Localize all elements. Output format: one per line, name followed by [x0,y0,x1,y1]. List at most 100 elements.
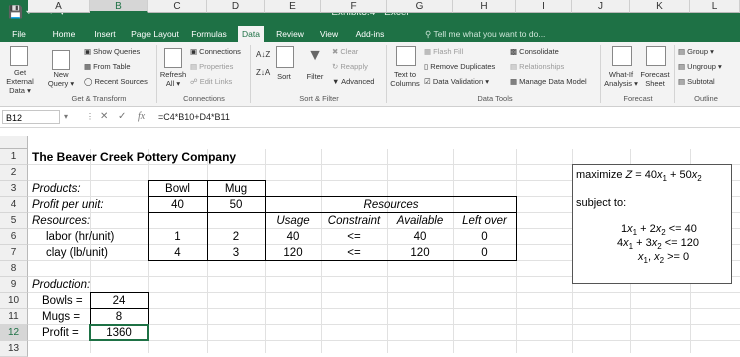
tab-page-layout[interactable]: Page Layout [130,26,180,42]
subtotal-button[interactable]: ▤ Subtotal [678,77,715,86]
tab-add-ins[interactable]: Add-ins [350,26,390,42]
mugs-label[interactable]: Mugs = [42,309,80,325]
column-header-a[interactable]: A [28,0,90,13]
cancel-icon[interactable]: ✕ [100,110,108,124]
sort-za-icon[interactable]: Z↓A [256,68,270,77]
ungroup-button[interactable]: ▤ Ungroup ▾ [678,62,722,71]
tab-insert[interactable]: Insert [90,26,120,42]
clay-left-over-cell[interactable]: 0 [453,245,516,261]
column-header-l[interactable]: L [690,0,740,13]
tab-home[interactable]: Home [50,26,78,42]
refresh-all-button[interactable]: Refresh All ▾ [158,70,188,88]
get-external-data-button[interactable]: Get External Data ▾ [0,68,40,95]
new-query-button[interactable]: New Query ▾ [46,70,76,88]
row-header-4[interactable]: 4 [0,197,28,213]
sheet-title[interactable]: The Beaver Creek Pottery Company [32,149,236,165]
profit-total-label[interactable]: Profit = [42,325,79,341]
column-header-j[interactable]: J [572,0,630,13]
bowls-value-cell[interactable]: 24 [90,293,148,309]
labor-bowl-cell[interactable]: 1 [148,229,207,245]
labor-left-over-cell[interactable]: 0 [453,229,516,245]
products-label[interactable]: Products: [32,181,81,197]
column-header-d[interactable]: D [207,0,265,13]
enter-icon[interactable]: ✓ [118,110,126,124]
what-if-analysis-button[interactable]: What-If Analysis ▾ [604,70,638,88]
column-header-k[interactable]: K [630,0,690,13]
labor-usage-cell[interactable]: 40 [265,229,321,245]
forecast-sheet-button[interactable]: Forecast Sheet [638,70,672,88]
clay-available-cell[interactable]: 120 [387,245,453,261]
row-header-8[interactable]: 8 [0,261,28,277]
row-header-6[interactable]: 6 [0,229,28,245]
name-box-dropdown-icon[interactable]: ▾ [64,110,68,124]
labor-available-cell[interactable]: 40 [387,229,453,245]
connections-button[interactable]: ▣ Connections [190,47,241,56]
bowl-header[interactable]: Bowl [148,181,207,197]
properties-button[interactable]: ▤ Properties [190,62,233,71]
labor-mug-cell[interactable]: 2 [207,229,265,245]
sort-az-icon[interactable]: A↓Z [256,50,270,59]
reapply-button[interactable]: ↻ Reapply [332,62,368,71]
row-header-9[interactable]: 9 [0,277,28,293]
left-over-header[interactable]: Left over [453,213,516,229]
row-header-13[interactable]: 13 [0,341,28,357]
show-queries-button[interactable]: ▣ Show Queries [84,47,140,56]
production-label[interactable]: Production: [32,277,90,293]
available-header[interactable]: Available [387,213,453,229]
row-header-10[interactable]: 10 [0,293,28,309]
clay-constraint-cell[interactable]: <= [321,245,387,261]
bowls-label[interactable]: Bowls = [42,293,83,309]
tab-file[interactable]: File [8,26,30,42]
from-table-button[interactable]: ▦ From Table [84,62,131,71]
tab-review[interactable]: Review [272,26,308,42]
select-all-corner[interactable] [0,136,28,149]
recent-sources-button[interactable]: ◯ Recent Sources [84,77,148,86]
clay-bowl-cell[interactable]: 4 [148,245,207,261]
tell-me-box[interactable]: ⚲ Tell me what you want to do... [425,26,545,42]
flash-fill-button[interactable]: ▦ Flash Fill [424,47,463,56]
row-header-11[interactable]: 11 [0,309,28,325]
filter-button[interactable]: Filter [302,72,328,81]
tab-formulas[interactable]: Formulas [188,26,230,42]
clear-filter-button[interactable]: ✖ Clear [332,47,358,56]
mugs-value-cell[interactable]: 8 [90,309,148,325]
resources-label[interactable]: Resources: [32,213,90,229]
column-header-i[interactable]: I [516,0,572,13]
formula-input[interactable]: =C4*B10+D4*B11 [158,110,230,124]
column-header-b[interactable]: B [90,0,148,13]
column-header-g[interactable]: G [387,0,453,13]
row-header-3[interactable]: 3 [0,181,28,197]
data-validation-button[interactable]: ☑ Data Validation ▾ [424,77,489,86]
row-header-1[interactable]: 1 [0,149,28,165]
profit-bowl-cell[interactable]: 40 [148,197,207,213]
resources-header[interactable]: Resources [265,197,517,213]
row-header-2[interactable]: 2 [0,165,28,181]
remove-duplicates-button[interactable]: ▯ Remove Duplicates [424,62,495,71]
relationships-button[interactable]: ▤ Relationships [510,62,564,71]
clay-mug-cell[interactable]: 3 [207,245,265,261]
column-header-c[interactable]: C [148,0,207,13]
constraint-header[interactable]: Constraint [321,213,387,229]
group-button[interactable]: ▤ Group ▾ [678,47,714,56]
profit-mug-cell[interactable]: 50 [207,197,265,213]
profit-per-unit-label[interactable]: Profit per unit: [32,197,104,213]
column-header-e[interactable]: E [265,0,321,13]
name-box[interactable]: B12 [2,110,60,124]
text-to-columns-button[interactable]: Text to Columns [388,70,422,88]
row-header-12[interactable]: 12 [0,325,28,341]
sort-button[interactable]: Sort [272,72,296,81]
tab-data[interactable]: Data [238,26,264,42]
row-header-5[interactable]: 5 [0,213,28,229]
mug-header[interactable]: Mug [207,181,265,197]
profit-total-cell[interactable]: 1360 [90,325,148,341]
clay-label[interactable]: clay (lb/unit) [46,245,108,261]
tab-view[interactable]: View [316,26,342,42]
usage-header[interactable]: Usage [265,213,321,229]
row-header-7[interactable]: 7 [0,245,28,261]
advanced-filter-button[interactable]: ▼ Advanced [332,77,374,86]
insert-function-icon[interactable]: fx [138,110,145,124]
labor-constraint-cell[interactable]: <= [321,229,387,245]
edit-links-button[interactable]: ☍ Edit Links [190,77,232,86]
consolidate-button[interactable]: ▩ Consolidate [510,47,559,56]
manage-data-model-button[interactable]: ▦ Manage Data Model [510,77,587,86]
